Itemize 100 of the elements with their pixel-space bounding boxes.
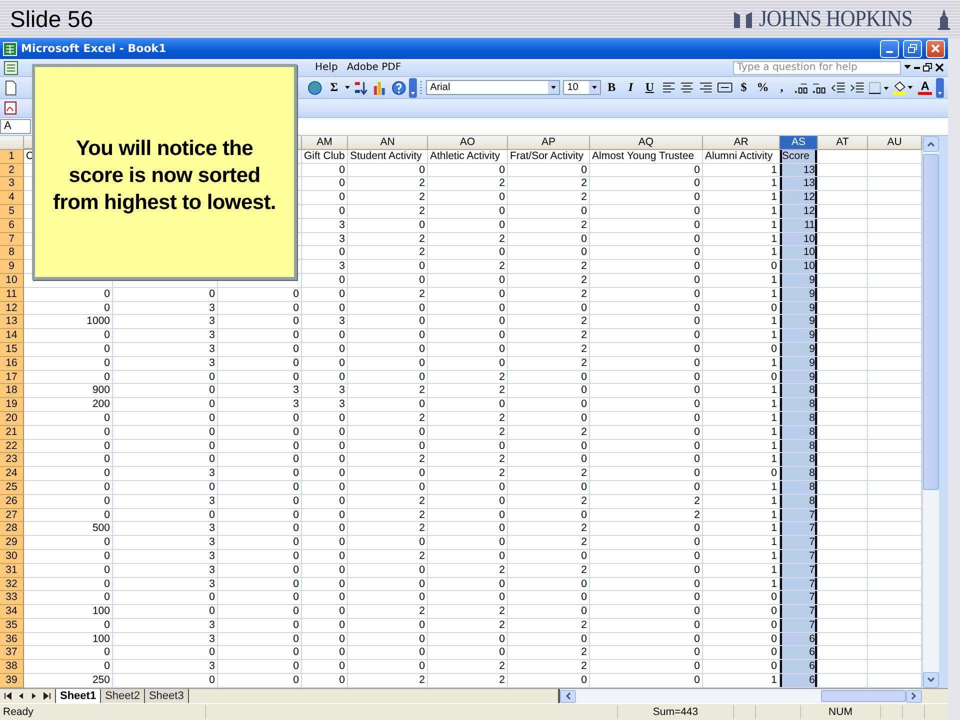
row-header[interactable]: 30 bbox=[0, 550, 24, 564]
sheet-tab[interactable]: Sheet2 bbox=[101, 689, 145, 703]
borders-icon[interactable] bbox=[868, 80, 890, 94]
row-header[interactable]: 31 bbox=[0, 564, 24, 578]
toolbar-options-icon[interactable] bbox=[936, 78, 944, 98]
row-header[interactable]: 37 bbox=[0, 646, 24, 660]
dropdown-icon[interactable] bbox=[345, 86, 350, 90]
row-header[interactable]: 17 bbox=[0, 370, 24, 384]
first-sheet-icon[interactable] bbox=[4, 692, 12, 700]
font-color-button[interactable]: A bbox=[917, 80, 934, 95]
globe-icon[interactable] bbox=[307, 80, 324, 96]
italic-button[interactable]: I bbox=[622, 78, 639, 96]
column-header[interactable]: AO bbox=[428, 136, 508, 150]
scroll-thumb[interactable] bbox=[923, 154, 939, 490]
decrease-indent-icon[interactable] bbox=[830, 80, 846, 94]
column-header[interactable]: AT bbox=[818, 136, 868, 150]
previous-sheet-icon[interactable] bbox=[17, 692, 25, 700]
row-header[interactable]: 28 bbox=[0, 522, 24, 536]
bold-button[interactable]: B bbox=[604, 78, 620, 96]
row-header[interactable]: 13 bbox=[0, 315, 24, 330]
row-header[interactable]: 22 bbox=[0, 440, 24, 454]
row-header[interactable]: 29 bbox=[0, 536, 24, 550]
menu-item[interactable]: Help bbox=[312, 62, 341, 73]
row-header[interactable]: 32 bbox=[0, 578, 24, 592]
restore-button[interactable] bbox=[903, 40, 922, 58]
column-header[interactable]: AU bbox=[868, 136, 922, 150]
decrease-decimal-icon[interactable] bbox=[811, 80, 828, 94]
scroll-right-button[interactable] bbox=[906, 690, 922, 702]
dropdown-icon[interactable] bbox=[904, 65, 911, 70]
sheet-tab[interactable]: Sheet3 bbox=[144, 689, 189, 703]
row-header[interactable]: 20 bbox=[0, 412, 24, 426]
comma-button[interactable]: , bbox=[774, 78, 790, 96]
increase-decimal-icon[interactable] bbox=[792, 80, 808, 94]
column-header[interactable]: AM bbox=[302, 136, 348, 150]
row-header[interactable]: 23 bbox=[0, 453, 24, 468]
fill-color-icon[interactable] bbox=[892, 80, 914, 96]
font-size-select[interactable]: 10 bbox=[563, 80, 601, 95]
row-header[interactable]: 15 bbox=[0, 342, 24, 357]
row-header[interactable]: 2 bbox=[0, 164, 24, 178]
row-header[interactable]: 25 bbox=[0, 480, 24, 495]
row-header[interactable]: 19 bbox=[0, 398, 24, 412]
row-header[interactable]: 34 bbox=[0, 605, 24, 619]
align-right-icon[interactable] bbox=[698, 80, 714, 95]
column-header[interactable]: AR bbox=[703, 136, 780, 150]
help-field[interactable]: Type a question for help bbox=[733, 60, 901, 74]
close-icon[interactable] bbox=[935, 63, 944, 72]
align-left-icon[interactable] bbox=[660, 80, 676, 95]
chart-icon[interactable] bbox=[372, 80, 388, 96]
row-header[interactable]: 38 bbox=[0, 660, 24, 674]
new-document-icon[interactable] bbox=[4, 80, 18, 96]
underline-button[interactable]: U bbox=[642, 78, 658, 96]
next-sheet-icon[interactable] bbox=[30, 692, 38, 700]
column-header[interactable]: AS bbox=[780, 136, 818, 150]
scroll-up-button[interactable] bbox=[923, 136, 939, 152]
row-header[interactable]: 10 bbox=[0, 274, 24, 288]
row-header[interactable]: 21 bbox=[0, 426, 24, 440]
row-header[interactable]: 3 bbox=[0, 177, 24, 192]
sort-icon[interactable] bbox=[353, 80, 369, 96]
minimize-button[interactable] bbox=[880, 40, 899, 58]
row-header[interactable]: 12 bbox=[0, 302, 24, 316]
row-header[interactable]: 8 bbox=[0, 246, 24, 260]
pdf-icon[interactable] bbox=[4, 101, 18, 115]
row-header[interactable]: 24 bbox=[0, 467, 24, 481]
row-header[interactable]: 4 bbox=[0, 191, 24, 205]
row-header[interactable]: 33 bbox=[0, 591, 24, 606]
row-header[interactable]: 39 bbox=[0, 674, 24, 688]
scroll-left-button[interactable] bbox=[560, 690, 576, 702]
row-header[interactable]: 27 bbox=[0, 508, 24, 522]
row-header[interactable]: 7 bbox=[0, 232, 24, 246]
row-header[interactable]: 5 bbox=[0, 204, 24, 219]
row-header[interactable]: 35 bbox=[0, 618, 24, 633]
column-header[interactable]: AQ bbox=[590, 136, 703, 150]
row-header[interactable]: 18 bbox=[0, 384, 24, 398]
row-header[interactable]: 14 bbox=[0, 329, 24, 343]
row-header[interactable]: 11 bbox=[0, 288, 24, 302]
menu-item[interactable]: Adobe PDF bbox=[344, 62, 404, 73]
last-sheet-icon[interactable] bbox=[43, 692, 51, 700]
help-icon[interactable] bbox=[390, 80, 406, 96]
row-header[interactable]: 26 bbox=[0, 494, 24, 509]
minimize-icon[interactable] bbox=[914, 66, 920, 68]
grip-icon[interactable] bbox=[420, 80, 424, 96]
sheet-tab[interactable]: Sheet1 bbox=[55, 689, 102, 703]
row-header[interactable]: 36 bbox=[0, 632, 24, 646]
increase-indent-icon[interactable] bbox=[848, 80, 865, 94]
scroll-down-button[interactable] bbox=[923, 672, 939, 688]
name-box[interactable]: A bbox=[0, 119, 31, 134]
align-center-icon[interactable] bbox=[679, 80, 696, 95]
vertical-scrollbar[interactable] bbox=[922, 136, 939, 688]
row-header[interactable]: 9 bbox=[0, 260, 24, 274]
column-header[interactable]: AP bbox=[508, 136, 590, 150]
spreadsheet-icon[interactable] bbox=[4, 60, 18, 74]
sum-button[interactable]: Σ bbox=[326, 78, 342, 96]
row-header[interactable]: 1 bbox=[0, 150, 24, 164]
restore-icon[interactable] bbox=[923, 63, 932, 72]
percent-button[interactable]: % bbox=[754, 78, 771, 96]
font-select[interactable]: Arial bbox=[426, 80, 560, 95]
row-header[interactable]: 6 bbox=[0, 218, 24, 233]
row-header[interactable]: 16 bbox=[0, 356, 24, 371]
toolbar-options-icon[interactable] bbox=[409, 78, 418, 98]
currency-button[interactable]: $ bbox=[736, 78, 752, 96]
